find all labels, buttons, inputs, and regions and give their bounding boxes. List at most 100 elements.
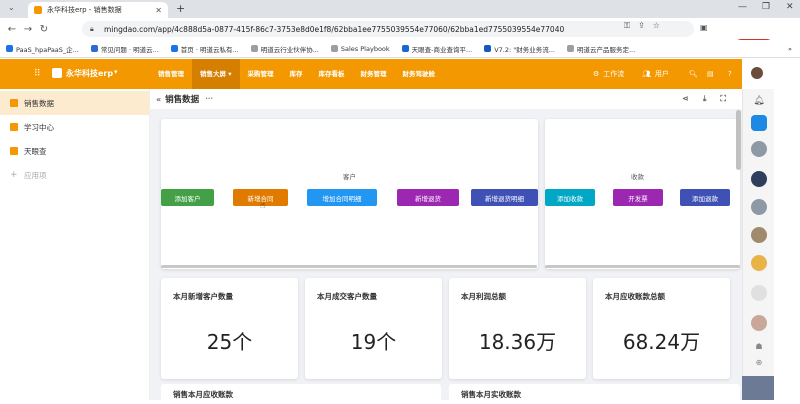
bookmarks-overflow-icon[interactable]: » — [788, 45, 792, 53]
app-menu-chevron-icon[interactable]: ▾ — [114, 68, 118, 76]
collapse-sidebar-icon[interactable]: « — [156, 95, 161, 104]
bookmark-icon — [401, 45, 409, 52]
customer-action-button[interactable]: 新增退货 — [397, 189, 459, 206]
contact-avatar-3[interactable] — [751, 255, 767, 271]
nav-item-0[interactable]: 销售管理 — [150, 59, 192, 89]
bookmarks-bar: PaaS_hpaPaaS_企... 常见问题 · 明道云... 首页 · 明道云私有… — [0, 40, 800, 58]
reload-icon[interactable]: ↻ — [36, 24, 52, 35]
briefcase-icon[interactable] — [751, 141, 767, 157]
download-icon[interactable]: ⤓ — [703, 94, 707, 104]
bell-icon[interactable]: 🔔︎ — [751, 93, 767, 109]
tab-search-icon[interactable]: ⌄ — [8, 3, 15, 12]
window-close-icon[interactable]: ✕ — [786, 2, 794, 12]
workflow-button[interactable]: ⚙ 工作流 — [593, 59, 624, 89]
tab-close-icon[interactable]: ✕ — [155, 6, 162, 15]
sidebar-item-label: 销售数据 — [24, 98, 54, 108]
mouse-cursor-icon: ☝ — [260, 201, 266, 211]
add-icon[interactable]: ⊕ — [751, 355, 767, 371]
nav-item-2[interactable]: 采购管理 — [240, 59, 282, 89]
customer-action-button[interactable]: 添加客户 — [161, 189, 214, 206]
contact-avatar-2[interactable] — [751, 227, 767, 243]
back-icon[interactable]: ← — [4, 24, 20, 35]
receipt-action-button[interactable]: 添加退款 — [680, 189, 730, 206]
customer-panel-title: 客户 — [343, 173, 356, 181]
forward-icon[interactable]: → — [20, 24, 36, 35]
content-scrollbar[interactable] — [736, 110, 741, 170]
share-page-icon[interactable]: ⋖ — [682, 94, 689, 104]
search-icon[interactable]: 🔍︎ — [689, 59, 698, 89]
customer-panel-scrollbar[interactable] — [161, 265, 537, 268]
customer-action-button[interactable]: 新增退货明细 — [471, 189, 538, 206]
receipt-panel-scrollbar[interactable] — [545, 265, 740, 268]
workflow-icon: ⚙ — [593, 70, 600, 78]
nav-item-5[interactable]: 财务管理 — [353, 59, 395, 89]
contacts-icon[interactable]: ☗ — [751, 339, 767, 355]
page-more-icon[interactable]: ··· — [205, 95, 213, 103]
browser-toolbar: ← → ↻ 🔒︎ mingdao.com/app/4c888d5a-0877-4… — [0, 18, 800, 54]
bookmark-icon — [566, 45, 574, 52]
right-rail: 🔔︎ ☗ ⊕ — [742, 89, 774, 400]
receipt-action-button[interactable]: 开发票 — [613, 189, 663, 206]
share-icon[interactable]: ⇪ — [638, 21, 645, 31]
contact-avatar-4[interactable] — [751, 285, 767, 301]
receipt-panel: 收款 添加收款 开发票 添加退款 — [545, 119, 740, 269]
page-icon — [10, 123, 18, 131]
app-header: ⠿ 永华科技erp ▾ 销售管理 销售大屏 ▾ 采购管理 库存 库存看板 财务管理 财务驾驶… — [0, 59, 742, 89]
browser-tab-strip: ⌄ 永华科技erp - 销售数据 ✕ + — ❐ ✕ — [0, 0, 800, 18]
receipt-action-button[interactable]: 添加收款 — [545, 189, 595, 206]
bookmark-item[interactable]: 明道云产品服务定... — [566, 44, 635, 54]
chat-icon[interactable] — [751, 115, 767, 131]
receipt-panel-title: 收款 — [631, 173, 644, 181]
star-icon[interactable]: ☆ — [653, 21, 660, 31]
contact-avatar-1[interactable] — [751, 171, 767, 187]
help-icon[interactable]: ? — [728, 59, 732, 89]
contact-avatar-5[interactable] — [751, 315, 767, 331]
nav-item-6[interactable]: 财务驾驶舱 — [395, 59, 444, 89]
new-tab-icon[interactable]: + — [176, 2, 185, 15]
sidebar-toggle-icon[interactable]: ▣ — [700, 23, 708, 32]
notifications-icon[interactable]: ▤ — [707, 59, 714, 89]
page-title: 销售数据 — [165, 95, 200, 105]
address-bar[interactable]: 🔒︎ mingdao.com/app/4c888d5a-0877-415f-86… — [82, 21, 694, 37]
stat-value: 68.24万 — [622, 330, 701, 354]
notification-icon[interactable] — [751, 199, 767, 215]
report-card: 销售本月实收账款 — [449, 384, 740, 404]
bookmark-item[interactable]: 明道云行业伙伴协... — [250, 44, 319, 54]
stat-label: 本月新增客户数量 — [173, 292, 233, 301]
bookmark-item[interactable]: PaaS_hpaPaaS_企... — [6, 44, 79, 54]
rail-expand-button[interactable] — [742, 376, 774, 400]
bookmark-item[interactable]: V7.2: "财务业务流... — [484, 44, 555, 54]
bookmark-item[interactable]: 首页 · 明道云私有... — [170, 44, 239, 54]
bookmark-icon — [250, 45, 258, 52]
bookmark-icon — [90, 45, 98, 52]
app-name[interactable]: 永华科技erp — [66, 68, 113, 79]
nav-item-3[interactable]: 库存 — [282, 59, 311, 89]
sidebar-item-1[interactable]: 学习中心 — [0, 115, 149, 139]
fullscreen-icon[interactable]: ⛶ — [720, 94, 726, 104]
users-button[interactable]: 👥︎ 用户 — [642, 59, 669, 89]
bookmark-item[interactable]: 天眼查-商业查询平... — [401, 44, 472, 54]
sidebar-item-3[interactable]: + 应用项 — [0, 163, 149, 187]
lock-icon: 🔒︎ — [90, 25, 94, 33]
sidebar-item-0[interactable]: 销售数据 — [0, 91, 149, 115]
user-avatar[interactable] — [750, 66, 764, 80]
bookmark-label: 首页 · 明道云私有... — [180, 45, 239, 54]
page-scrollbar[interactable] — [774, 59, 800, 400]
customer-action-button[interactable]: 增加合同明细 — [307, 189, 377, 206]
bookmark-item[interactable]: Sales Playbook — [330, 45, 390, 53]
app-sidebar: 销售数据学习中心 天眼查 + 应用项 — [0, 89, 150, 400]
nav-item-4[interactable]: 库存看板 — [311, 59, 353, 89]
key-icon[interactable]: ⚿ — [624, 21, 630, 31]
customer-panel: 客户 添加客户 新增合同 增加合同明细 新增退货 新增退货明细 ☝ — [161, 119, 538, 269]
browser-tab[interactable]: 永华科技erp - 销售数据 ✕ — [28, 2, 168, 18]
stat-card: 本月应收账款总额 68.24万 — [593, 278, 730, 379]
restore-icon[interactable]: ❐ — [762, 2, 770, 12]
users-label: 用户 — [654, 70, 669, 78]
bookmark-item[interactable]: 常见问题 · 明道云... — [90, 44, 159, 54]
minimize-icon[interactable]: — — [738, 2, 747, 12]
apps-grid-icon[interactable]: ⠿ — [34, 69, 41, 79]
users-icon: 👥︎ — [642, 70, 651, 78]
nav-item-1[interactable]: 销售大屏 ▾ — [192, 59, 240, 89]
sidebar-item-2[interactable]: 天眼查 — [0, 139, 149, 163]
bookmark-icon — [170, 45, 178, 52]
